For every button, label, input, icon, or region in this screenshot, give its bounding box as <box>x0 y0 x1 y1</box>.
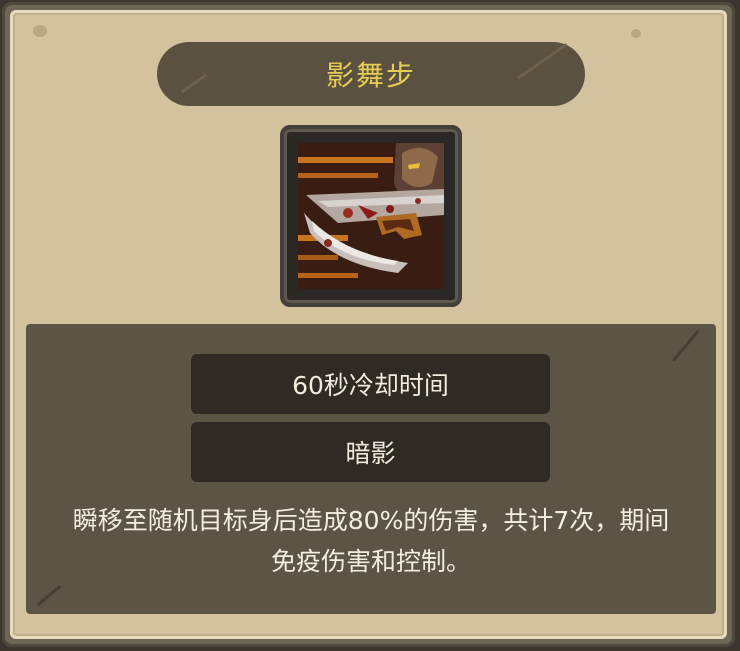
parchment-stain <box>631 29 641 38</box>
skill-tooltip: 影舞步 60秒冷却时间 暗影 瞬移至随机目标身后造成80%的伤害，共计7次，期间… <box>0 0 740 651</box>
cooldown-bar: 60秒冷却时间 <box>191 354 550 414</box>
skill-title-banner: 影舞步 <box>157 42 585 106</box>
skill-name: 影舞步 <box>325 59 416 92</box>
skill-icon-art <box>298 143 444 289</box>
skill-type-bar: 暗影 <box>191 422 550 482</box>
skill-type-text: 暗影 <box>345 439 396 468</box>
cooldown-text: 60秒冷却时间 <box>292 371 449 400</box>
skill-info-panel: 60秒冷却时间 暗影 瞬移至随机目标身后造成80%的伤害，共计7次，期间免疫伤害… <box>26 324 716 614</box>
banner-scratch <box>516 43 568 80</box>
panel-crack <box>36 584 62 607</box>
shadow-dagger-assassin-icon <box>280 125 462 307</box>
banner-scratch <box>180 73 208 94</box>
skill-description: 瞬移至随机目标身后造成80%的伤害，共计7次，期间免疫伤害和控制。 <box>72 506 670 576</box>
panel-crack <box>671 329 701 362</box>
parchment-stain <box>33 25 47 37</box>
